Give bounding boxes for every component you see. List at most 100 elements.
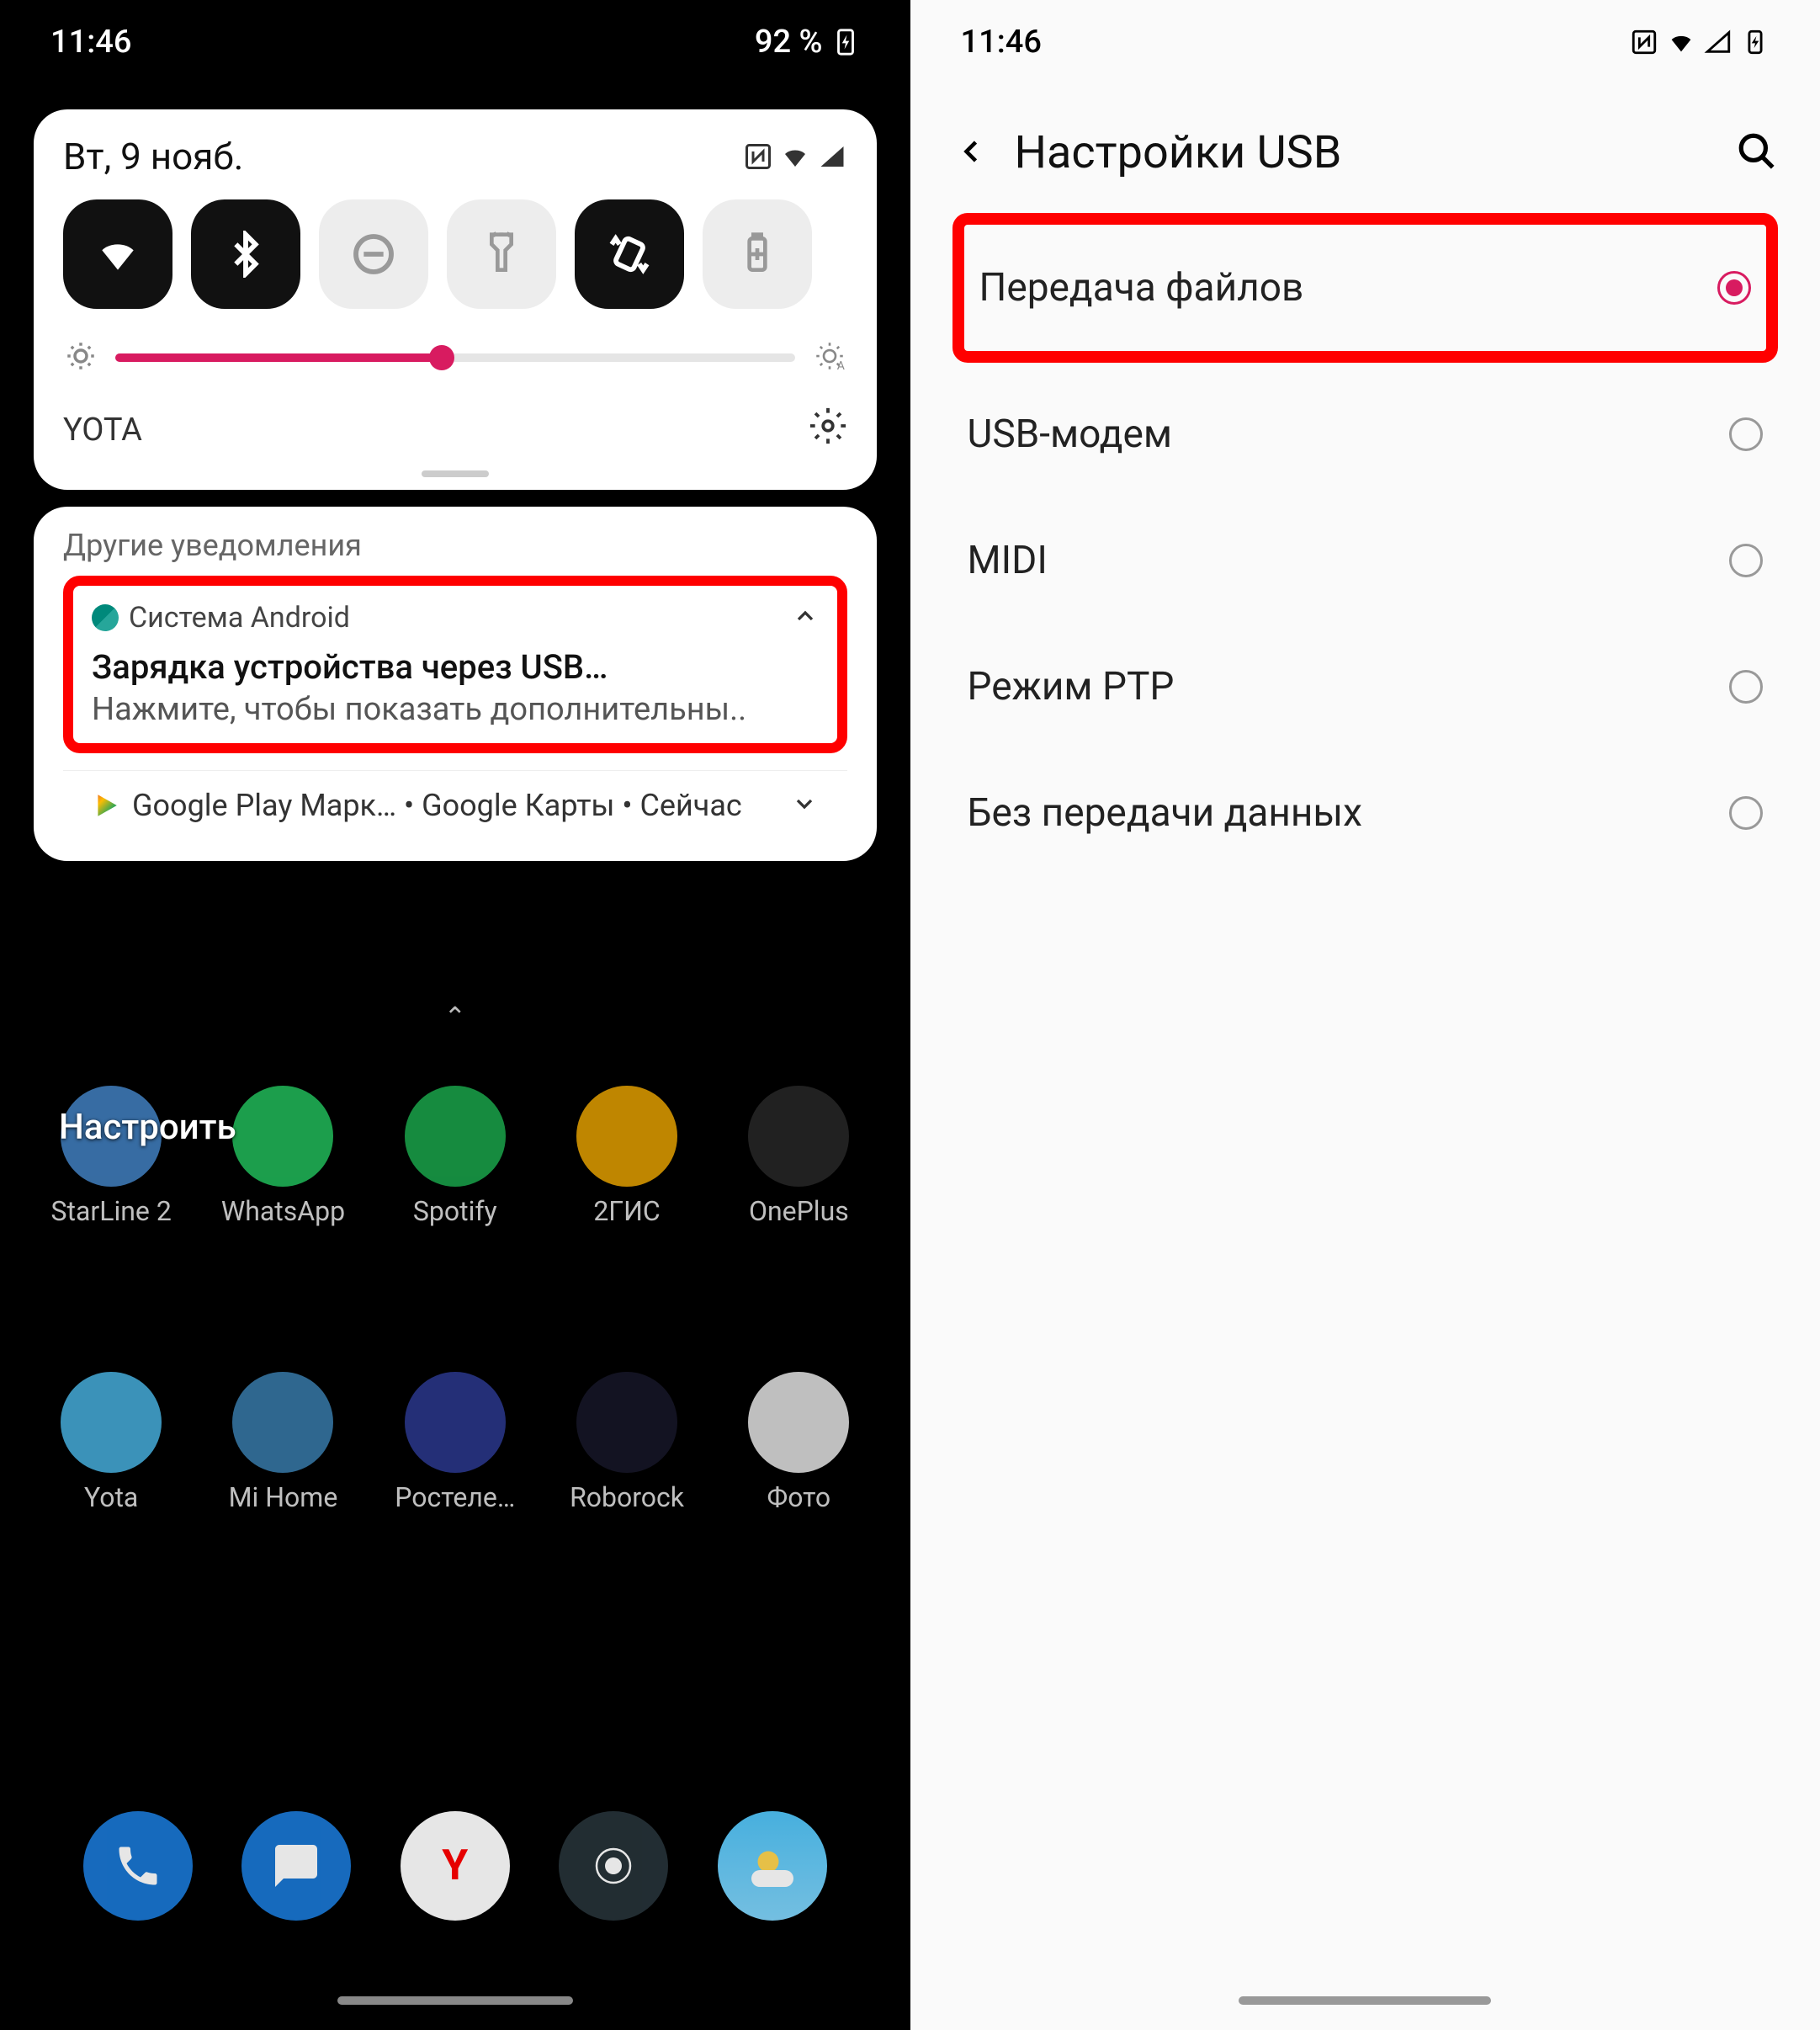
qs-autorotate-tile[interactable] bbox=[575, 199, 684, 309]
qs-battery-tile[interactable] bbox=[703, 199, 812, 309]
app-label: Yota bbox=[84, 1481, 138, 1513]
nfc-icon bbox=[1630, 28, 1658, 56]
radio-button[interactable] bbox=[1717, 271, 1751, 305]
app-label: Roborock bbox=[570, 1481, 684, 1513]
app-label: Spotify bbox=[413, 1195, 497, 1227]
wifi-icon bbox=[780, 141, 810, 172]
qs-date: Вт, 9 нояб. bbox=[63, 135, 243, 178]
qs-status-icons bbox=[743, 141, 847, 172]
gesture-bar[interactable] bbox=[337, 1996, 573, 2005]
option-label: USB-модем bbox=[968, 412, 1173, 457]
panel-drag-handle[interactable] bbox=[422, 470, 489, 477]
dock-yandex[interactable]: Y bbox=[401, 1811, 510, 1921]
notif-app-name: Система Android bbox=[129, 601, 350, 635]
usb-option[interactable]: USB-модем bbox=[952, 371, 1779, 497]
usb-settings-screen: 11:46 Настройки USB Передача файлов USB-м… bbox=[910, 0, 1820, 2030]
qs-bluetooth-tile[interactable] bbox=[191, 199, 300, 309]
app-icon bbox=[748, 1086, 849, 1187]
app-Фото[interactable]: Фото bbox=[725, 1372, 872, 1513]
status-icons: 92 % bbox=[755, 24, 860, 61]
status-icons bbox=[1630, 28, 1770, 56]
dock-weather[interactable] bbox=[718, 1811, 827, 1921]
brightness-slider[interactable] bbox=[115, 353, 795, 362]
compact-notification[interactable]: Google Play Марк… • Google Карты • Сейча… bbox=[63, 770, 847, 840]
usb-option[interactable]: Без передачи данных bbox=[952, 750, 1779, 876]
notifications-panel: Другие уведомления Система Android Заряд… bbox=[34, 507, 877, 861]
status-time: 11:46 bbox=[961, 24, 1042, 61]
option-label: MIDI bbox=[968, 538, 1048, 583]
notification-shade-screen: 11:46 92 % Вт, 9 нояб. bbox=[0, 0, 910, 2030]
highlighted-option: Передача файлов bbox=[952, 213, 1779, 363]
app-OnePlus[interactable]: OnePlus bbox=[725, 1086, 872, 1227]
app-icon bbox=[576, 1086, 677, 1187]
page-title: Настройки USB bbox=[1015, 126, 1711, 179]
app-icon bbox=[232, 1372, 333, 1473]
highlighted-notification[interactable]: Система Android Зарядка устройства через… bbox=[63, 576, 847, 753]
app-icon bbox=[405, 1372, 506, 1473]
compact-notif-text: Google Play Марк… • Google Карты • Сейча… bbox=[132, 788, 742, 823]
app-2ГИС[interactable]: 2ГИС bbox=[554, 1086, 700, 1227]
wifi-icon bbox=[1667, 28, 1695, 56]
brightness-low-icon bbox=[63, 338, 98, 377]
qs-dnd-tile[interactable] bbox=[319, 199, 428, 309]
app-label: StarLine 2 bbox=[51, 1195, 172, 1227]
settings-gear-button[interactable] bbox=[809, 407, 847, 454]
play-store-icon bbox=[93, 792, 119, 819]
signal-icon bbox=[817, 141, 847, 172]
dock: Y bbox=[0, 1811, 910, 1921]
usb-option[interactable]: Режим PTP bbox=[952, 624, 1779, 750]
notif-title: Зарядка устройства через USB… bbox=[92, 647, 819, 687]
brightness-auto-icon: A bbox=[812, 338, 847, 377]
option-label: Режим PTP bbox=[968, 664, 1175, 709]
app-Roborock[interactable]: Roborock bbox=[554, 1372, 700, 1513]
radio-button[interactable] bbox=[1729, 544, 1763, 577]
chevron-down-icon[interactable] bbox=[791, 790, 818, 821]
android-system-icon bbox=[92, 604, 119, 631]
usb-option[interactable]: Передача файлов bbox=[964, 225, 1767, 351]
app-label: Фото bbox=[767, 1481, 831, 1513]
back-button[interactable] bbox=[952, 133, 990, 173]
app-Ростеле…[interactable]: Ростеле… bbox=[382, 1372, 528, 1513]
status-bar: 11:46 92 % bbox=[0, 0, 910, 84]
usb-options-list: Передача файлов USB-модем MIDI Режим PTP Без… bbox=[910, 213, 1820, 876]
notif-section-header: Другие уведомления bbox=[63, 528, 847, 563]
option-label: Без передачи данных bbox=[968, 790, 1362, 836]
status-bar: 11:46 bbox=[910, 0, 1820, 84]
status-time: 11:46 bbox=[50, 24, 131, 61]
configure-label[interactable]: Настроить bbox=[59, 1107, 236, 1148]
notif-body: Нажмите, чтобы показать дополнительны.. bbox=[92, 691, 819, 728]
app-icon bbox=[61, 1372, 162, 1473]
app-label: OnePlus bbox=[749, 1195, 849, 1227]
qs-flashlight-tile[interactable] bbox=[447, 199, 556, 309]
signal-icon bbox=[1704, 28, 1732, 56]
app-Mi Home[interactable]: Mi Home bbox=[210, 1372, 356, 1513]
app-icon bbox=[405, 1086, 506, 1187]
app-icon bbox=[748, 1372, 849, 1473]
battery-icon bbox=[1741, 28, 1770, 56]
settings-header: Настройки USB bbox=[910, 84, 1820, 205]
app-label: WhatsApp bbox=[221, 1195, 345, 1227]
app-label: Ростеле… bbox=[395, 1481, 515, 1513]
qs-wifi-tile[interactable] bbox=[63, 199, 172, 309]
gesture-bar[interactable] bbox=[1239, 1996, 1491, 2005]
battery-charging-icon bbox=[831, 28, 860, 56]
option-label: Передача файлов bbox=[979, 265, 1304, 311]
chevron-up-icon[interactable] bbox=[792, 603, 819, 633]
nfc-icon bbox=[743, 141, 773, 172]
app-icon bbox=[576, 1372, 677, 1473]
radio-button[interactable] bbox=[1729, 796, 1763, 830]
radio-button[interactable] bbox=[1729, 417, 1763, 451]
quick-settings-panel: Вт, 9 нояб. A YOTA bbox=[34, 109, 877, 490]
home-chevron-icon[interactable]: ⌃ bbox=[443, 1001, 466, 1033]
status-battery-text: 92 % bbox=[755, 24, 823, 61]
search-button[interactable] bbox=[1736, 130, 1778, 176]
app-label: Mi Home bbox=[229, 1481, 338, 1513]
carrier-name: YOTA bbox=[63, 412, 142, 449]
radio-button[interactable] bbox=[1729, 670, 1763, 704]
dock-phone[interactable] bbox=[83, 1811, 193, 1921]
dock-messages[interactable] bbox=[241, 1811, 351, 1921]
dock-camera[interactable] bbox=[559, 1811, 668, 1921]
usb-option[interactable]: MIDI bbox=[952, 497, 1779, 624]
app-Spotify[interactable]: Spotify bbox=[382, 1086, 528, 1227]
app-Yota[interactable]: Yota bbox=[38, 1372, 184, 1513]
